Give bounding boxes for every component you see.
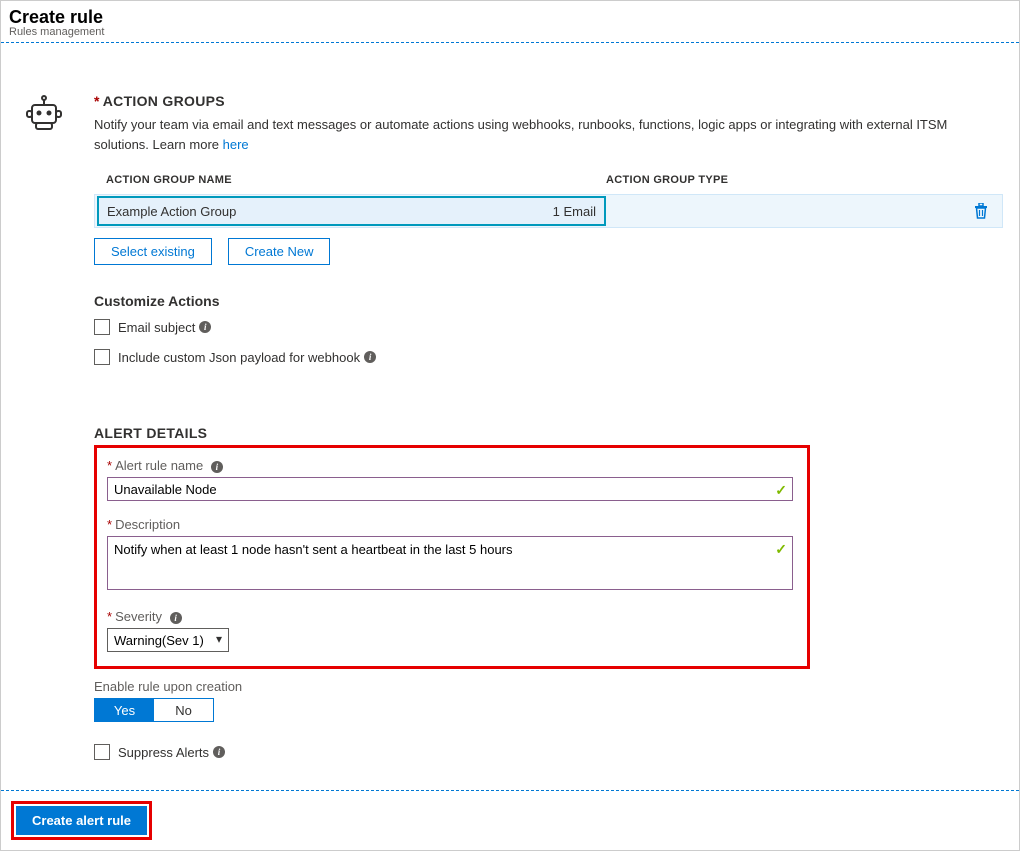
toggle-yes[interactable]: Yes — [95, 699, 154, 721]
page-title: Create rule — [9, 7, 1011, 28]
email-subject-label: Email subject — [118, 320, 195, 335]
check-icon: ✓ — [775, 541, 787, 558]
col-action-group-type: ACTION GROUP TYPE — [606, 174, 728, 186]
action-groups-title: *ACTION GROUPS — [94, 93, 1003, 109]
email-subject-checkbox[interactable] — [94, 319, 110, 335]
select-existing-button[interactable]: Select existing — [94, 238, 212, 265]
enable-toggle: Yes No — [94, 698, 214, 722]
enable-rule-label: Enable rule upon creation — [94, 679, 1003, 694]
action-group-table-header: ACTION GROUP NAME ACTION GROUP TYPE — [94, 174, 1003, 186]
info-icon[interactable]: i — [211, 461, 223, 473]
description-label: *Description — [107, 517, 793, 532]
alert-rule-name-label: *Alert rule name i — [107, 458, 793, 473]
severity-select[interactable]: Warning(Sev 1) — [107, 628, 229, 652]
alert-rule-name-input[interactable] — [107, 477, 793, 501]
info-icon[interactable]: i — [199, 321, 211, 333]
severity-label: *Severity i — [107, 609, 793, 624]
action-group-name-value: Example Action Group — [107, 204, 236, 219]
toggle-no[interactable]: No — [154, 699, 213, 721]
json-payload-checkbox[interactable] — [94, 349, 110, 365]
alert-details-highlight: *Alert rule name i ✓ *Description Notify… — [94, 445, 810, 669]
suppress-alerts-checkbox[interactable] — [94, 744, 110, 760]
robot-icon — [24, 93, 79, 136]
customize-actions-title: Customize Actions — [94, 293, 1003, 309]
action-groups-description: Notify your team via email and text mess… — [94, 115, 1003, 154]
create-new-button[interactable]: Create New — [228, 238, 331, 265]
learn-more-link[interactable]: here — [223, 137, 249, 152]
col-action-group-name: ACTION GROUP NAME — [106, 174, 236, 186]
suppress-alerts-label: Suppress Alerts — [118, 745, 209, 760]
delete-icon[interactable] — [974, 203, 988, 219]
info-icon[interactable]: i — [213, 746, 225, 758]
required-star: * — [94, 93, 100, 109]
info-icon[interactable]: i — [170, 612, 182, 624]
create-alert-rule-button[interactable]: Create alert rule — [16, 806, 147, 835]
json-payload-label: Include custom Json payload for webhook — [118, 350, 360, 365]
info-icon[interactable]: i — [364, 351, 376, 363]
alert-details-title: ALERT DETAILS — [94, 425, 1003, 441]
action-group-type-value: 1 Email — [553, 204, 596, 219]
description-input[interactable]: Notify when at least 1 node hasn't sent … — [107, 536, 793, 590]
footer: Create alert rule — [1, 790, 1019, 850]
page-subtitle: Rules management — [9, 26, 1011, 38]
create-button-highlight: Create alert rule — [11, 801, 152, 840]
action-group-cell[interactable]: Example Action Group 1 Email — [97, 196, 606, 226]
check-icon: ✓ — [775, 482, 787, 499]
page-header: Create rule Rules management — [1, 1, 1019, 43]
action-group-row[interactable]: Example Action Group 1 Email — [94, 194, 1003, 228]
